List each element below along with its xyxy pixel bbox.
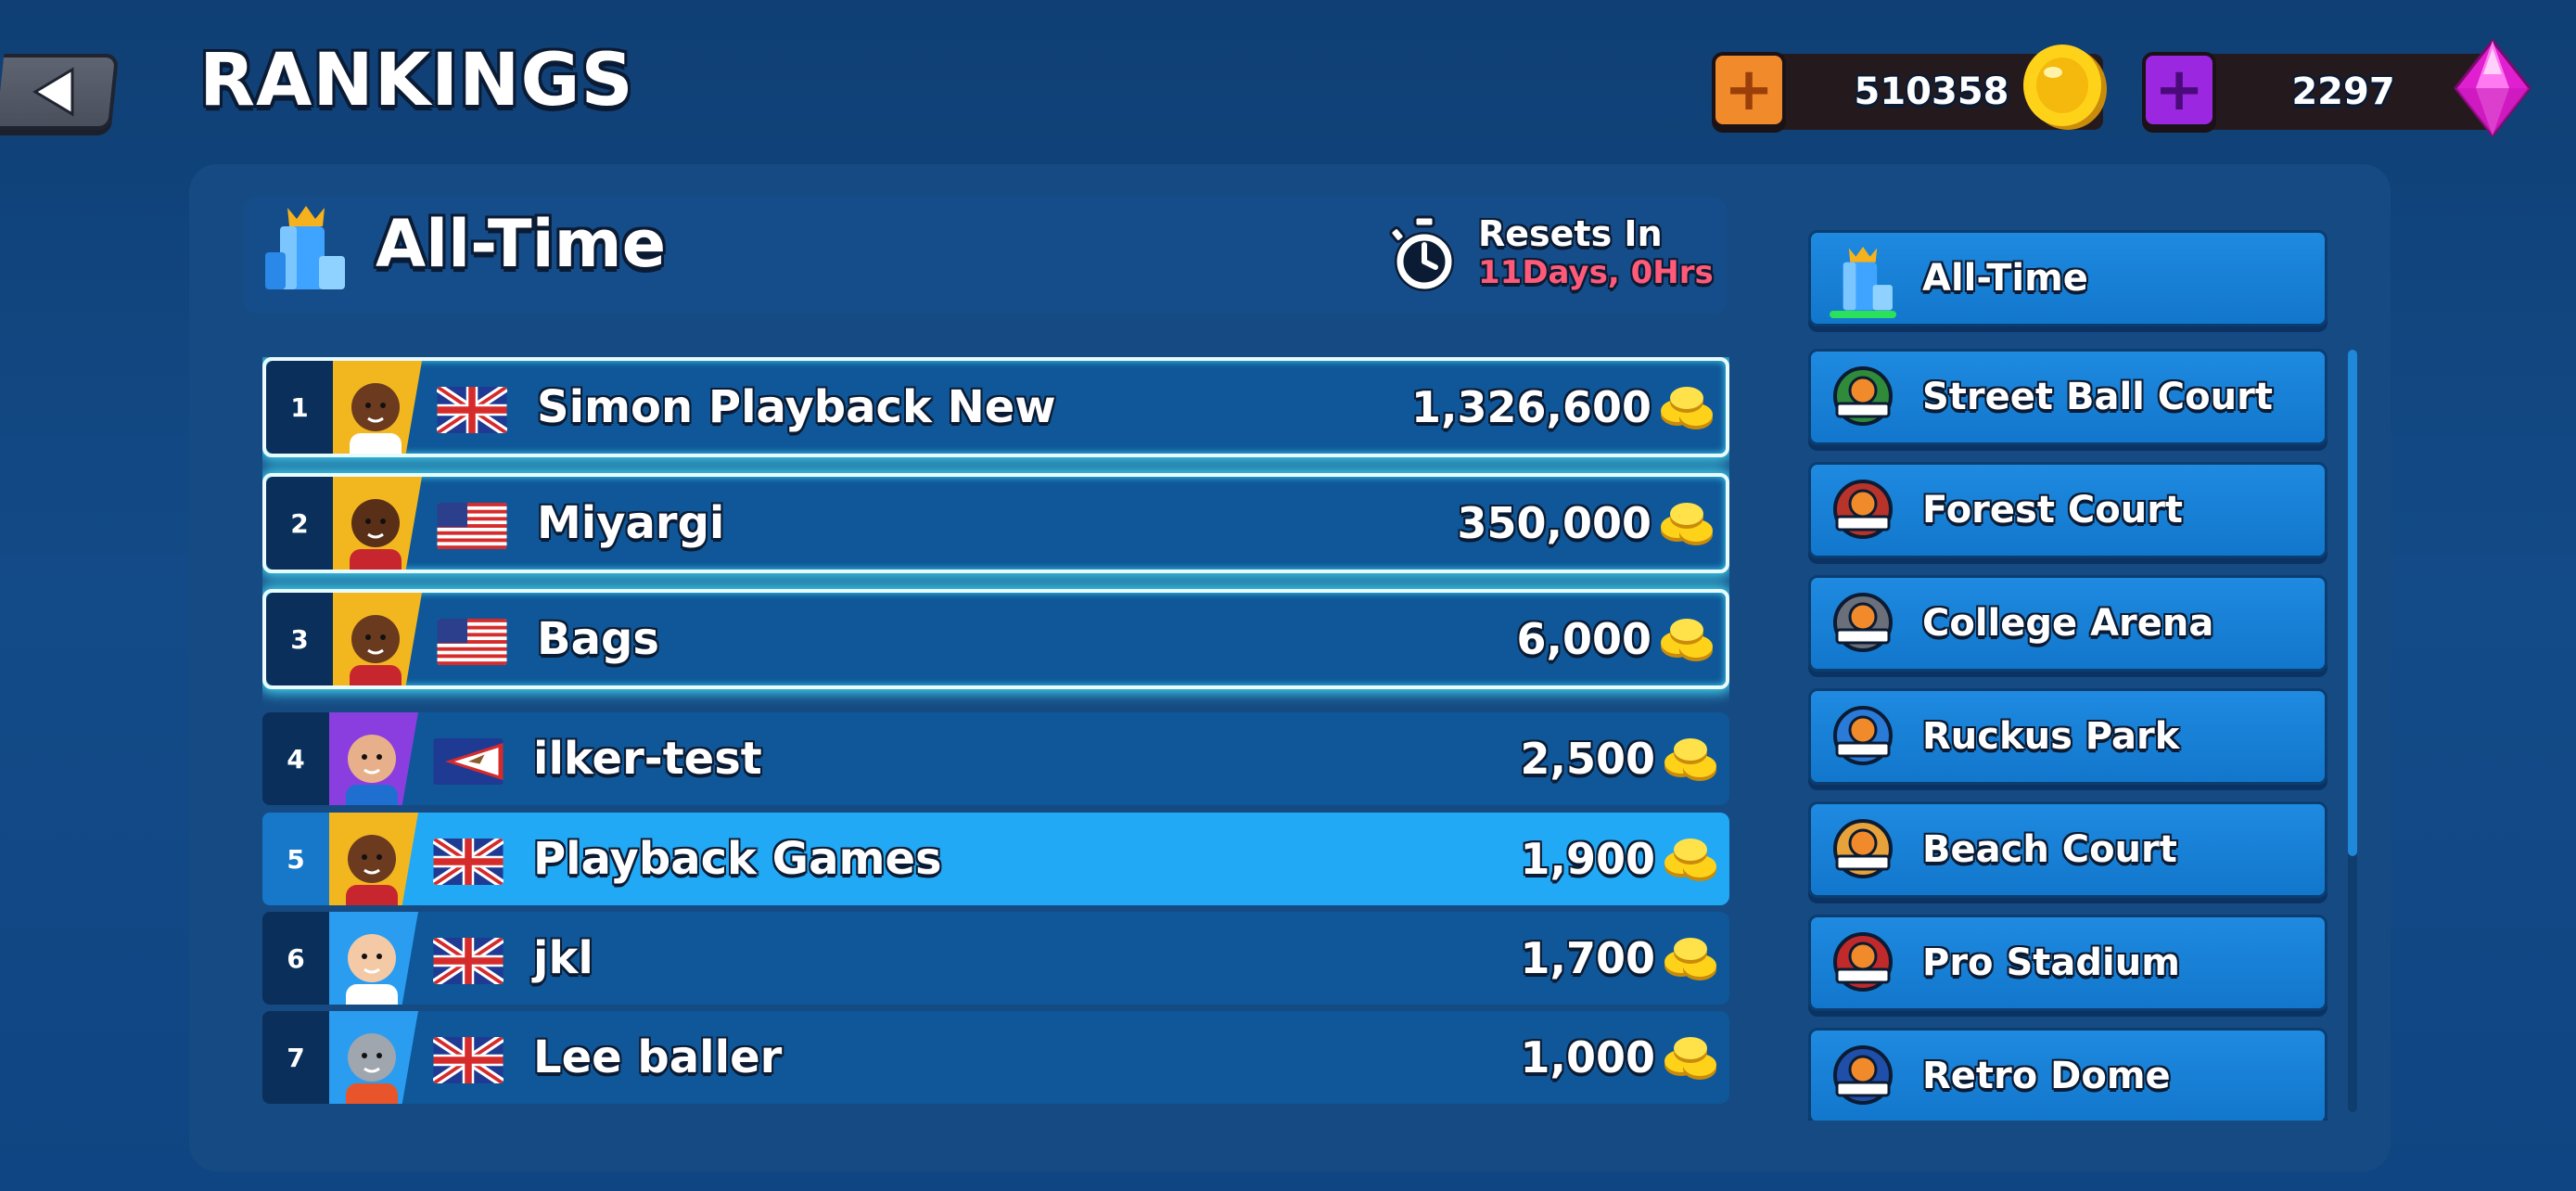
leaderboard-row[interactable]: 5 Playback Games 1,900 — [262, 813, 1729, 905]
buy-coins-button[interactable]: + — [1712, 52, 1786, 128]
leaderboard-row[interactable]: 3 Bags 6,000 — [262, 589, 1729, 689]
rank-number: 1 — [266, 361, 333, 454]
country-flag-icon — [437, 503, 507, 549]
venue-label: College Arena — [1922, 602, 2214, 645]
player-score: 6,000 — [1516, 614, 1651, 664]
venue-label: Retro Dome — [1922, 1055, 2171, 1097]
section-title: All-Time — [376, 206, 667, 282]
leaderboard-row[interactable]: 2 Miyargi 350,000 — [262, 473, 1729, 573]
rank-number: 2 — [266, 477, 333, 570]
ruckus-park-badge-icon — [1828, 702, 1898, 773]
country-flag-icon — [433, 938, 504, 984]
stopwatch-icon — [1389, 215, 1454, 291]
buy-gems-button[interactable]: + — [2142, 52, 2216, 128]
rank-number: 6 — [262, 912, 329, 1005]
coins-icon — [1657, 499, 1718, 547]
plus-icon: + — [2154, 56, 2204, 124]
coins-icon — [1661, 835, 1722, 883]
forest-court-badge-icon — [1828, 476, 1898, 546]
leaderboard-row[interactable]: 1 Simon Playback New 1,326,600 — [262, 357, 1729, 457]
selected-indicator — [1830, 311, 1896, 318]
venue-label: Pro Stadium — [1922, 941, 2180, 984]
venue-label: All-Time — [1922, 257, 2088, 300]
coins-icon — [1661, 1033, 1722, 1082]
country-flag-icon — [437, 619, 507, 665]
player-score: 1,900 — [1520, 834, 1655, 884]
player-avatar — [329, 813, 418, 905]
coins-icon — [1661, 934, 1722, 982]
player-avatar — [333, 477, 422, 570]
venue-tab-beach-court[interactable]: Beach Court — [1808, 801, 2327, 898]
country-flag-icon — [433, 738, 504, 785]
trophy-icon — [265, 206, 345, 289]
venue-tab-forest-court[interactable]: Forest Court — [1808, 462, 2327, 558]
college-arena-badge-icon — [1828, 589, 1898, 660]
player-score: 1,700 — [1520, 933, 1655, 983]
player-score: 350,000 — [1457, 498, 1651, 548]
back-arrow-icon — [32, 67, 74, 117]
gem-count: 2297 — [2291, 70, 2395, 113]
venue-tab-pro-stadium[interactable]: Pro Stadium — [1808, 915, 2327, 1011]
player-avatar — [329, 912, 418, 1005]
retro-dome-badge-icon — [1828, 1042, 1898, 1112]
venue-tab-street-ball-court[interactable]: Street Ball Court — [1808, 349, 2327, 445]
player-score: 2,500 — [1520, 734, 1655, 784]
player-avatar — [333, 593, 422, 685]
leaderboard-row[interactable]: 4 ilker-test 2,500 — [262, 712, 1729, 805]
trophy-icon — [1828, 244, 1898, 314]
venue-tab-college-arena[interactable]: College Arena — [1808, 575, 2327, 672]
venue-tab-retro-dome[interactable]: Retro Dome — [1808, 1028, 2327, 1121]
player-score: 1,000 — [1520, 1032, 1655, 1082]
venue-label: Beach Court — [1922, 828, 2177, 871]
plus-icon: + — [1724, 56, 1774, 124]
venue-label: Ruckus Park — [1922, 715, 2180, 758]
back-button[interactable] — [0, 54, 120, 130]
coins-icon — [1661, 735, 1722, 783]
coin-icon — [2023, 45, 2107, 130]
player-avatar — [333, 361, 422, 454]
country-flag-icon — [433, 839, 504, 885]
player-name: ilker-test — [533, 733, 762, 785]
pro-stadium-badge-icon — [1828, 928, 1898, 999]
street-ball-court-badge-icon — [1828, 363, 1898, 433]
player-name: jkl — [533, 932, 593, 984]
leaderboard-row[interactable]: 6 jkl 1,700 — [262, 912, 1729, 1005]
rank-number: 3 — [266, 593, 333, 685]
coins-icon — [1657, 383, 1718, 431]
venue-tab-all-time[interactable]: All-Time — [1808, 230, 2327, 327]
player-name: Bags — [537, 613, 659, 665]
venue-scrollbar-thumb[interactable] — [2348, 350, 2357, 856]
player-name: Miyargi — [537, 497, 725, 549]
leaderboard-list[interactable]: 1 Simon Playback New 1,326,600 2 Miyargi 350,… — [262, 357, 1729, 1113]
rank-number: 7 — [262, 1011, 329, 1104]
coins-icon — [1657, 615, 1718, 663]
country-flag-icon — [433, 1037, 504, 1083]
gem-icon — [2454, 38, 2531, 138]
rank-number: 5 — [262, 813, 329, 905]
venue-label: Street Ball Court — [1922, 376, 2273, 418]
player-name: Playback Games — [533, 833, 942, 885]
player-avatar — [329, 1011, 418, 1104]
player-name: Simon Playback New — [537, 381, 1056, 433]
player-name: Lee baller — [533, 1031, 783, 1083]
player-avatar — [329, 712, 418, 805]
resets-countdown: 11Days, 0Hrs — [1478, 254, 1714, 291]
country-flag-icon — [437, 387, 507, 433]
venue-menu: All-Time Street Ball Court Forest Court Col… — [1808, 230, 2329, 1121]
leaderboard-row[interactable]: 7 Lee baller 1,000 — [262, 1011, 1729, 1104]
page-title: RANKINGS — [199, 39, 634, 122]
player-score: 1,326,600 — [1411, 382, 1651, 432]
beach-court-badge-icon — [1828, 815, 1898, 886]
resets-label: Resets In — [1478, 213, 1663, 254]
rank-number: 4 — [262, 712, 329, 805]
venue-label: Forest Court — [1922, 489, 2184, 531]
venue-tab-ruckus-park[interactable]: Ruckus Park — [1808, 688, 2327, 785]
